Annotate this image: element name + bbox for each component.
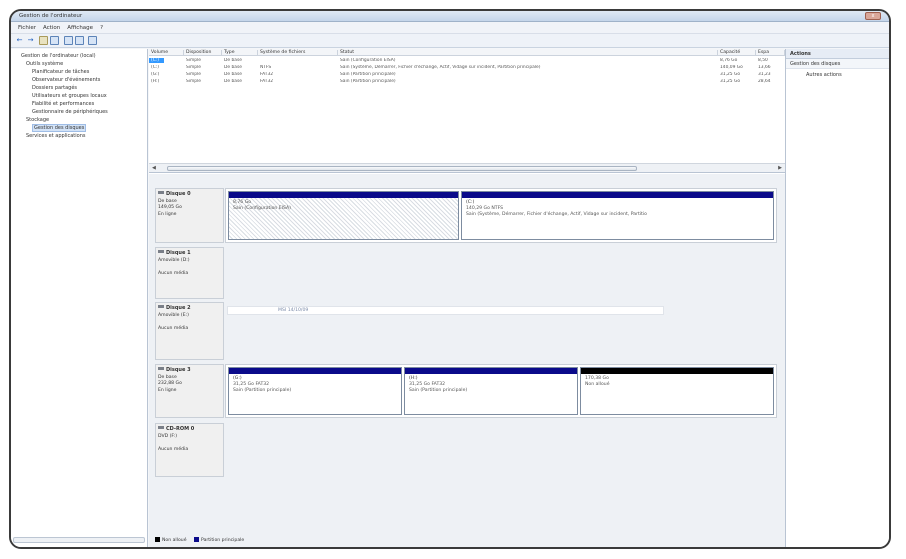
clock-icon <box>25 69 30 74</box>
partition-g[interactable]: (G:) 31,25 Go FAT32 Sain (Partition prin… <box>228 367 402 415</box>
disk-row-cdrom: CD-ROM 0 DVD (F:) Aucun média <box>155 423 777 477</box>
actions-section-disk-management[interactable]: Gestion des disques <box>786 59 889 69</box>
back-arrow-icon[interactable]: ← <box>15 36 24 45</box>
col-volume[interactable]: Volume <box>149 50 184 56</box>
legend-swatch <box>194 537 200 542</box>
partition-eisa[interactable]: 8,76 Go Sain (Configuration EISA) <box>228 191 459 240</box>
menu-help[interactable]: ? <box>100 25 103 31</box>
more-actions-link[interactable]: Autres actions <box>786 69 889 81</box>
tree-item-reliability[interactable]: Fiabilité et performances <box>11 100 148 108</box>
disk-view-icon[interactable] <box>88 36 97 45</box>
menu-bar: Fichier Action Affichage? <box>11 22 889 34</box>
tree-item-computer-management[interactable]: Gestion de l'ordinateur (local) <box>11 52 148 60</box>
tree-item-local-users[interactable]: Utilisateurs et groupes locaux <box>11 92 148 100</box>
col-filesystem[interactable]: Système de fichiers <box>258 50 338 56</box>
table-row[interactable]: (G:) Simple De base FAT32 Sain (Partitio… <box>149 71 785 78</box>
tree-item-services-apps[interactable]: Services et applications <box>11 132 148 140</box>
properties-icon[interactable] <box>75 36 84 45</box>
disk-2-empty-area: MSI 14/10/09 <box>225 302 777 360</box>
partition-c[interactable]: (C:) 140,29 Go NTFS Sain (Système, Démar… <box>461 191 774 240</box>
disk-label-0[interactable]: Disque 0 De base 149,05 Go En ligne <box>155 188 224 243</box>
disk-3-partitions: (G:) 31,25 Go FAT32 Sain (Partition prin… <box>225 364 777 418</box>
disk-graphical-view: Disque 0 De base 149,05 Go En ligne 8,76… <box>149 174 785 547</box>
col-capacity[interactable]: Capacité <box>718 50 756 56</box>
event-log-icon <box>25 77 30 82</box>
tree-item-system-tools[interactable]: Outils système <box>11 60 148 68</box>
volume-table-header: Volume Disposition Type Système de fichi… <box>149 49 785 56</box>
volume-horizontal-scrollbar[interactable]: ◀ ▶ <box>149 163 785 173</box>
menu-action[interactable]: Action <box>43 25 60 31</box>
users-icon <box>25 93 30 98</box>
table-row[interactable]: (H:) Simple De base FAT32 Sain (Partitio… <box>149 78 785 85</box>
disk-row-1: Disque 1 Amovible (D:) Aucun média <box>155 247 777 299</box>
col-layout[interactable]: Disposition <box>184 50 222 56</box>
help-icon[interactable] <box>64 36 73 45</box>
disk-row-3: Disque 3 De base 232,88 Go En ligne (G:)… <box>155 364 777 418</box>
table-row[interactable]: (C:) Simple De base Sain (Configuration … <box>149 57 785 64</box>
disk-icon <box>25 125 30 130</box>
cdrom-empty-area <box>225 423 777 477</box>
menu-fichier[interactable]: Fichier <box>18 25 36 31</box>
actions-pane: Actions Gestion des disques Autres actio… <box>785 49 889 547</box>
title-bar[interactable]: Gestion de l'ordinateur x <box>11 11 889 22</box>
col-type[interactable]: Type <box>222 50 258 56</box>
scrollbar-thumb[interactable] <box>167 166 637 171</box>
actions-header: Actions <box>786 49 889 59</box>
up-folder-icon[interactable] <box>39 36 48 45</box>
hard-disk-icon <box>158 191 164 194</box>
disk-row-2: Disque 2 Amovible (E:) Aucun média MSI 1… <box>155 302 777 360</box>
tree-item-disk-management[interactable]: Gestion des disques <box>11 124 148 132</box>
partition-unallocated[interactable]: 170,38 Go Non alloué <box>580 367 774 415</box>
storage-icon <box>19 117 24 122</box>
toolbar: ← → <box>11 34 889 48</box>
show-hide-tree-icon[interactable] <box>50 36 59 45</box>
disk-label-2[interactable]: Disque 2 Amovible (E:) Aucun média <box>155 302 224 360</box>
menu-affichage[interactable]: Affichage <box>67 25 93 31</box>
disk-0-partitions: 8,76 Go Sain (Configuration EISA) (C:) 1… <box>225 188 777 243</box>
tree-item-shared-folders[interactable]: Dossiers partagés <box>11 84 148 92</box>
performance-icon <box>25 101 30 106</box>
disk-1-empty-area <box>225 247 777 299</box>
cdrom-icon <box>158 426 164 429</box>
disk-label-1[interactable]: Disque 1 Amovible (D:) Aucun média <box>155 247 224 299</box>
tree-item-device-manager[interactable]: Gestionnaire de périphériques <box>11 108 148 116</box>
close-button[interactable]: x <box>865 12 881 20</box>
services-icon <box>19 133 24 138</box>
table-row[interactable]: (C:) Simple De base NTFS Sain (Système, … <box>149 64 785 71</box>
tree-item-storage[interactable]: Stockage <box>11 116 148 124</box>
scroll-right-icon[interactable]: ▶ <box>778 165 782 171</box>
legend-swatch <box>155 537 160 542</box>
disk-management-pane: Volume Disposition Type Système de fichi… <box>149 49 785 547</box>
tree-item-event-viewer[interactable]: Observateur d'événements <box>11 76 148 84</box>
disk-2-media-strip: MSI 14/10/09 <box>227 306 664 315</box>
legend-item-unallocated: Non alloué <box>155 537 187 543</box>
legend: Non alloué Partition principale <box>155 537 250 544</box>
partition-h[interactable]: (H:) 31,25 Go FAT32 Sain (Partition prin… <box>404 367 578 415</box>
forward-arrow-icon[interactable]: → <box>26 36 35 45</box>
removable-disk-icon <box>158 305 164 308</box>
tree-item-task-scheduler[interactable]: Planificateur de tâches <box>11 68 148 76</box>
disk-label-cdrom[interactable]: CD-ROM 0 DVD (F:) Aucun média <box>155 423 224 477</box>
removable-disk-icon <box>158 250 164 253</box>
col-free-space[interactable]: Espa <box>756 50 785 56</box>
col-status[interactable]: Statut <box>338 50 718 56</box>
hard-disk-icon <box>158 367 164 370</box>
toolbox-icon <box>19 61 24 66</box>
computer-icon <box>14 53 19 58</box>
navigation-tree: Gestion de l'ordinateur (local) Outils s… <box>11 49 148 547</box>
computer-management-window: Gestion de l'ordinateur x Fichier Action A… <box>9 9 891 549</box>
tree-horizontal-scrollbar[interactable] <box>13 537 145 543</box>
disk-row-0: Disque 0 De base 149,05 Go En ligne 8,76… <box>155 188 777 243</box>
shared-folder-icon <box>25 85 30 90</box>
device-manager-icon <box>25 109 30 114</box>
disk-label-3[interactable]: Disque 3 De base 232,88 Go En ligne <box>155 364 224 418</box>
window-title: Gestion de l'ordinateur <box>19 13 83 19</box>
legend-item-primary: Partition principale <box>194 537 244 543</box>
scroll-left-icon[interactable]: ◀ <box>152 165 156 171</box>
